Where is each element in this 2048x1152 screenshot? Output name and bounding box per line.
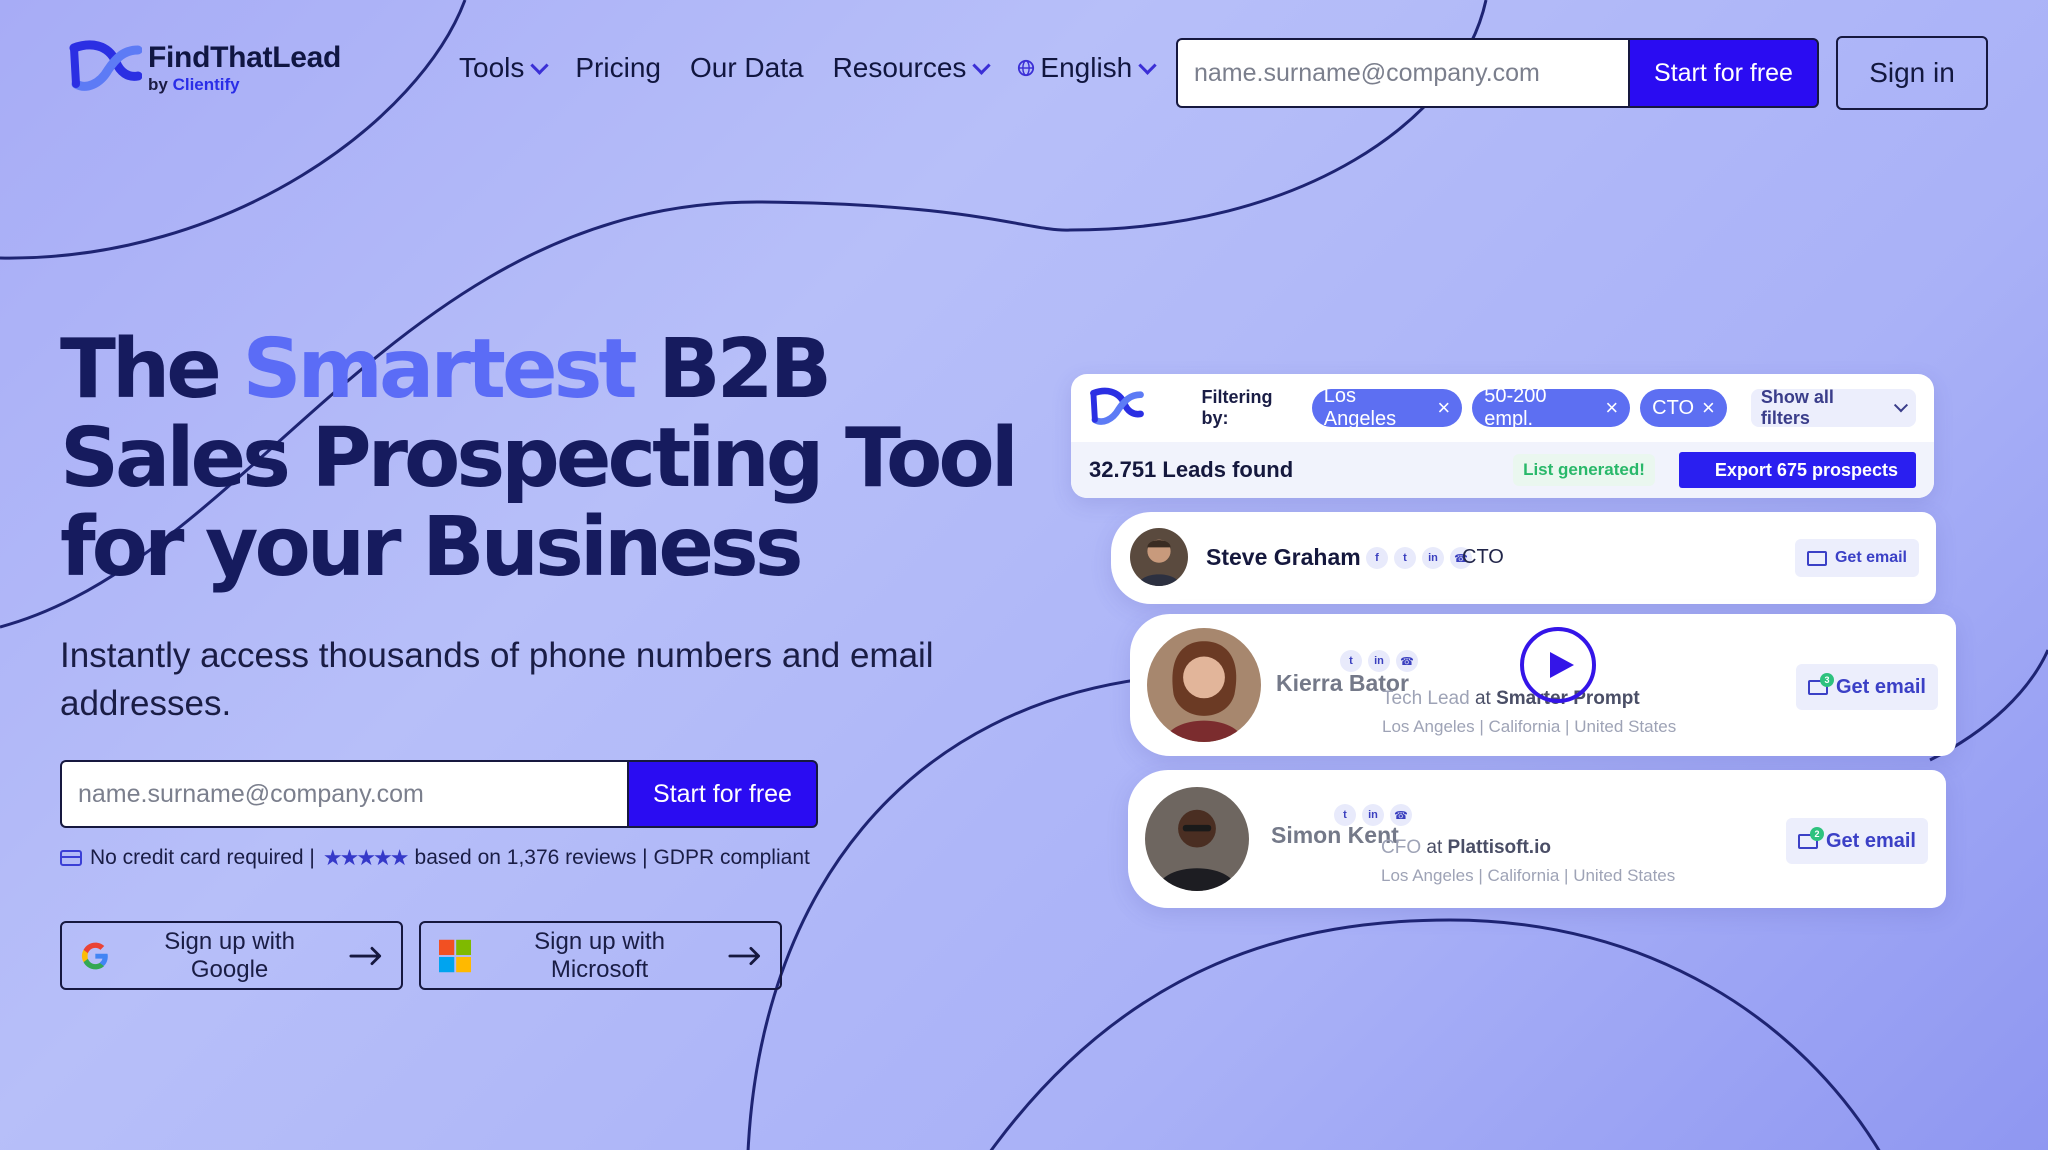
close-icon[interactable]: × — [1605, 397, 1618, 419]
lead-role: CTO — [1462, 546, 1504, 568]
main-nav: Tools Pricing Our Data Resources English — [459, 52, 1157, 84]
header-email-input[interactable] — [1176, 38, 1628, 108]
close-icon[interactable]: × — [1437, 397, 1450, 419]
filter-chip-location[interactable]: Los Angeles × — [1311, 385, 1463, 430]
google-signup-button[interactable]: Sign up with Google — [60, 921, 403, 990]
logo-name: FindThatLead — [148, 41, 342, 74]
results-bar: 32.751 Leads found List generated! Expor… — [1071, 442, 1934, 498]
chevron-down-icon — [972, 55, 992, 75]
list-generated-badge: List generated! — [1513, 454, 1655, 486]
avatar — [1145, 787, 1249, 891]
chevron-down-icon — [1138, 55, 1157, 75]
nav-our-data[interactable]: Our Data — [690, 52, 804, 84]
export-prospects-button[interactable]: Export 675 prospects — [1678, 452, 1916, 488]
mail-icon: 3 — [1807, 672, 1834, 695]
show-all-filters-button[interactable]: Show all filters — [1750, 387, 1916, 428]
nav-resources[interactable]: Resources — [833, 52, 992, 84]
chevron-down-icon — [530, 55, 550, 75]
lead-location: Los Angeles | California | United States — [1381, 866, 1676, 885]
linkedin-icon[interactable]: in — [1362, 804, 1384, 826]
headline-accent: Smartest — [242, 322, 637, 417]
play-video-button[interactable] — [1520, 627, 1596, 703]
lead-name: Simon Kent — [1271, 822, 1399, 848]
rating-stars-icon: ★★★★★ — [322, 845, 410, 870]
lead-role-line: CFO at Plattisoft.io — [1381, 837, 1551, 858]
leads-found-count: 32.751 Leads found — [1089, 457, 1294, 482]
linkedin-icon[interactable]: in — [1368, 650, 1390, 672]
twitter-icon[interactable]: t — [1334, 804, 1356, 826]
nav-pricing[interactable]: Pricing — [575, 52, 661, 84]
filter-chip-employees[interactable]: 50-200 empl. × — [1472, 385, 1631, 430]
email-count-badge: 3 — [1819, 672, 1834, 687]
avatar — [1147, 628, 1261, 742]
google-icon — [81, 942, 108, 969]
trust-line: No credit card required | ★★★★★ based on… — [60, 845, 810, 871]
header-signup-form: Start for free — [1176, 38, 1819, 108]
microsoft-signup-label: Sign up with Microsoft — [534, 927, 665, 983]
chevron-down-icon — [1894, 398, 1909, 413]
sign-in-button[interactable]: Sign in — [1836, 36, 1988, 110]
hero-email-input[interactable] — [60, 760, 627, 828]
phone-icon[interactable]: ☎ — [1390, 804, 1412, 826]
hero-subheadline: Instantly access thousands of phone numb… — [60, 636, 934, 723]
twitter-icon[interactable]: t — [1340, 650, 1362, 672]
hero-headline: The Smartest B2B Sales Prospecting Tool … — [60, 322, 1019, 595]
email-count-badge: 2 — [1809, 826, 1824, 841]
google-signup-label: Sign up with Google — [164, 927, 295, 983]
facebook-icon[interactable]: f — [1366, 547, 1388, 569]
lead-name: Steve Graham — [1206, 544, 1361, 570]
filtering-label: Filtering by: — [1201, 387, 1273, 428]
logo-by: by Clientify — [148, 75, 240, 94]
social-links: f t in ☎ — [1366, 547, 1472, 569]
lead-card: Steve Graham f t in ☎ CTO Get email — [1111, 512, 1936, 604]
twitter-icon[interactable]: t — [1394, 547, 1416, 569]
get-email-button[interactable]: 2 Get email — [1785, 818, 1928, 864]
phone-icon[interactable]: ☎ — [1396, 650, 1418, 672]
social-links: t in ☎ — [1340, 650, 1418, 672]
lead-location: Los Angeles | California | United States — [1382, 717, 1677, 736]
play-icon — [1549, 652, 1574, 678]
credit-card-icon — [60, 850, 82, 866]
filter-card: Filtering by: Los Angeles × 50-200 empl. ×… — [1071, 374, 1934, 498]
reviews-text: based on 1,376 reviews | GDPR compliant — [414, 846, 810, 869]
arrow-right-icon — [348, 946, 381, 965]
lead-role-line: Tech Lead at Smarter Prompt — [1382, 688, 1640, 709]
social-links: t in ☎ — [1334, 804, 1412, 826]
mail-icon — [1806, 550, 1827, 566]
nav-tools[interactable]: Tools — [459, 52, 550, 84]
arrow-right-icon — [728, 946, 760, 965]
hero-signup-form: Start for free — [60, 760, 818, 828]
findthatlead-logo-icon — [69, 40, 142, 91]
get-email-button[interactable]: Get email — [1794, 539, 1919, 577]
no-card-text: No credit card required | — [90, 846, 315, 869]
get-email-button[interactable]: 3 Get email — [1795, 664, 1938, 710]
findthatlead-logo-icon — [1090, 387, 1144, 425]
header-start-button[interactable]: Start for free — [1628, 38, 1819, 108]
filter-chip-role[interactable]: CTO × — [1640, 389, 1727, 427]
mail-icon: 2 — [1797, 826, 1824, 849]
language-selector[interactable]: English — [1017, 52, 1157, 84]
microsoft-signup-button[interactable]: Sign up with Microsoft — [419, 921, 782, 990]
hero-start-button[interactable]: Start for free — [627, 760, 818, 828]
globe-icon — [1018, 59, 1035, 77]
avatar — [1130, 528, 1188, 586]
logo[interactable]: FindThatLead by Clientify — [68, 40, 341, 96]
microsoft-icon — [439, 939, 472, 972]
filter-bar: Filtering by: Los Angeles × 50-200 empl. ×… — [1071, 374, 1934, 442]
close-icon[interactable]: × — [1702, 397, 1715, 419]
lead-card: Simon Kent t in ☎ CFO at Plattisoft.io L… — [1128, 770, 1946, 908]
linkedin-icon[interactable]: in — [1422, 547, 1444, 569]
